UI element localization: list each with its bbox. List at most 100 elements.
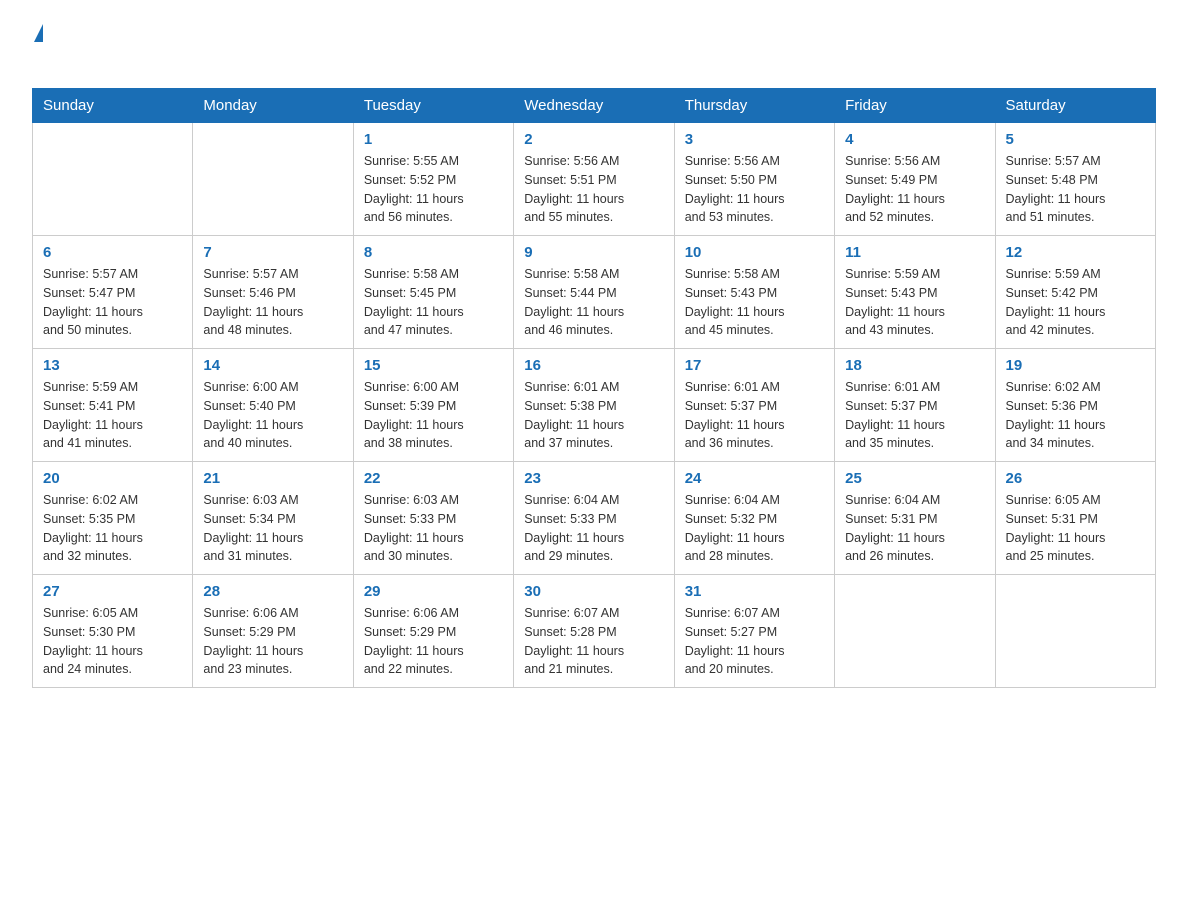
day-number: 6 [43, 244, 182, 261]
day-info: Sunrise: 6:05 AMSunset: 5:31 PMDaylight:… [1006, 491, 1145, 566]
day-info: Sunrise: 6:01 AMSunset: 5:38 PMDaylight:… [524, 378, 663, 453]
day-info: Sunrise: 5:57 AMSunset: 5:47 PMDaylight:… [43, 265, 182, 340]
day-number: 2 [524, 131, 663, 148]
col-header-thursday: Thursday [674, 89, 834, 123]
day-info: Sunrise: 5:58 AMSunset: 5:43 PMDaylight:… [685, 265, 824, 340]
col-header-sunday: Sunday [33, 89, 193, 123]
day-info: Sunrise: 5:56 AMSunset: 5:50 PMDaylight:… [685, 152, 824, 227]
day-info: Sunrise: 5:57 AMSunset: 5:48 PMDaylight:… [1006, 152, 1145, 227]
day-info: Sunrise: 6:03 AMSunset: 5:33 PMDaylight:… [364, 491, 503, 566]
day-number: 10 [685, 244, 824, 261]
col-header-friday: Friday [835, 89, 995, 123]
calendar-cell: 15Sunrise: 6:00 AMSunset: 5:39 PMDayligh… [353, 349, 513, 462]
page-header [32, 24, 1156, 70]
day-info: Sunrise: 6:02 AMSunset: 5:36 PMDaylight:… [1006, 378, 1145, 453]
calendar-week-3: 13 Sunrise: 5:59 AMSunset: 5:41 PMDayligh… [33, 349, 1156, 462]
day-info: Sunrise: 5:59 AMSunset: 5:43 PMDaylight:… [845, 265, 984, 340]
day-number: 16 [524, 357, 663, 374]
calendar-cell: 19 Sunrise: 6:02 AMSunset: 5:36 PMDayligh… [995, 349, 1155, 462]
day-number: 3 [685, 131, 824, 148]
calendar-cell [995, 575, 1155, 688]
day-info: Sunrise: 6:07 AMSunset: 5:27 PMDaylight:… [685, 604, 824, 679]
day-number: 25 [845, 470, 984, 487]
day-number: 28 [203, 583, 342, 600]
day-number: 5 [1006, 131, 1145, 148]
calendar-cell: 6 Sunrise: 5:57 AMSunset: 5:47 PMDaylight… [33, 236, 193, 349]
day-number: 29 [364, 583, 503, 600]
day-info: Sunrise: 6:01 AMSunset: 5:37 PMDaylight:… [685, 378, 824, 453]
calendar-cell: 10 Sunrise: 5:58 AMSunset: 5:43 PMDayligh… [674, 236, 834, 349]
day-info: Sunrise: 6:02 AMSunset: 5:35 PMDaylight:… [43, 491, 182, 566]
col-header-saturday: Saturday [995, 89, 1155, 123]
calendar-cell: 7 Sunrise: 5:57 AMSunset: 5:46 PMDaylight… [193, 236, 353, 349]
calendar-cell: 26 Sunrise: 6:05 AMSunset: 5:31 PMDayligh… [995, 462, 1155, 575]
day-number: 19 [1006, 357, 1145, 374]
day-info: Sunrise: 5:56 AMSunset: 5:51 PMDaylight:… [524, 152, 663, 227]
calendar-cell: 13 Sunrise: 5:59 AMSunset: 5:41 PMDayligh… [33, 349, 193, 462]
calendar-week-4: 20 Sunrise: 6:02 AMSunset: 5:35 PMDayligh… [33, 462, 1156, 575]
calendar-cell: 28 Sunrise: 6:06 AMSunset: 5:29 PMDayligh… [193, 575, 353, 688]
logo-triangle-icon [34, 24, 43, 42]
calendar-cell: 27 Sunrise: 6:05 AMSunset: 5:30 PMDayligh… [33, 575, 193, 688]
day-info: Sunrise: 5:56 AMSunset: 5:49 PMDaylight:… [845, 152, 984, 227]
day-number: 18 [845, 357, 984, 374]
calendar-cell: 2 Sunrise: 5:56 AMSunset: 5:51 PMDaylight… [514, 123, 674, 236]
calendar-cell: 17 Sunrise: 6:01 AMSunset: 5:37 PMDayligh… [674, 349, 834, 462]
day-number: 9 [524, 244, 663, 261]
day-number: 22 [364, 470, 503, 487]
calendar-cell: 18 Sunrise: 6:01 AMSunset: 5:37 PMDayligh… [835, 349, 995, 462]
day-number: 8 [364, 244, 503, 261]
calendar-cell: 4Sunrise: 5:56 AMSunset: 5:49 PMDaylight… [835, 123, 995, 236]
calendar-cell: 12 Sunrise: 5:59 AMSunset: 5:42 PMDayligh… [995, 236, 1155, 349]
day-info: Sunrise: 6:04 AMSunset: 5:32 PMDaylight:… [685, 491, 824, 566]
calendar-cell: 23 Sunrise: 6:04 AMSunset: 5:33 PMDayligh… [514, 462, 674, 575]
day-number: 15 [364, 357, 503, 374]
calendar-cell: 20 Sunrise: 6:02 AMSunset: 5:35 PMDayligh… [33, 462, 193, 575]
day-number: 11 [845, 244, 984, 261]
day-number: 17 [685, 357, 824, 374]
calendar-cell: 11 Sunrise: 5:59 AMSunset: 5:43 PMDayligh… [835, 236, 995, 349]
calendar-week-1: 1Sunrise: 5:55 AMSunset: 5:52 PMDaylight… [33, 123, 1156, 236]
day-number: 1 [364, 131, 503, 148]
calendar-cell: 9Sunrise: 5:58 AMSunset: 5:44 PMDaylight… [514, 236, 674, 349]
day-info: Sunrise: 6:04 AMSunset: 5:31 PMDaylight:… [845, 491, 984, 566]
day-info: Sunrise: 6:01 AMSunset: 5:37 PMDaylight:… [845, 378, 984, 453]
day-number: 27 [43, 583, 182, 600]
calendar-cell: 22 Sunrise: 6:03 AMSunset: 5:33 PMDayligh… [353, 462, 513, 575]
day-number: 21 [203, 470, 342, 487]
calendar-cell: 30 Sunrise: 6:07 AMSunset: 5:28 PMDayligh… [514, 575, 674, 688]
day-info: Sunrise: 6:03 AMSunset: 5:34 PMDaylight:… [203, 491, 342, 566]
calendar-cell: 8 Sunrise: 5:58 AMSunset: 5:45 PMDaylight… [353, 236, 513, 349]
calendar-cell: 25 Sunrise: 6:04 AMSunset: 5:31 PMDayligh… [835, 462, 995, 575]
day-number: 20 [43, 470, 182, 487]
col-header-wednesday: Wednesday [514, 89, 674, 123]
day-info: Sunrise: 5:58 AMSunset: 5:45 PMDaylight:… [364, 265, 503, 340]
day-number: 7 [203, 244, 342, 261]
day-number: 12 [1006, 244, 1145, 261]
day-info: Sunrise: 6:04 AMSunset: 5:33 PMDaylight:… [524, 491, 663, 566]
day-info: Sunrise: 6:06 AMSunset: 5:29 PMDaylight:… [203, 604, 342, 679]
logo [32, 24, 43, 70]
calendar-week-2: 6 Sunrise: 5:57 AMSunset: 5:47 PMDaylight… [33, 236, 1156, 349]
col-header-monday: Monday [193, 89, 353, 123]
day-info: Sunrise: 5:59 AMSunset: 5:41 PMDaylight:… [43, 378, 182, 453]
day-number: 31 [685, 583, 824, 600]
day-info: Sunrise: 5:57 AMSunset: 5:46 PMDaylight:… [203, 265, 342, 340]
day-info: Sunrise: 6:05 AMSunset: 5:30 PMDaylight:… [43, 604, 182, 679]
day-number: 14 [203, 357, 342, 374]
day-number: 30 [524, 583, 663, 600]
col-header-tuesday: Tuesday [353, 89, 513, 123]
calendar-week-5: 27 Sunrise: 6:05 AMSunset: 5:30 PMDayligh… [33, 575, 1156, 688]
day-info: Sunrise: 6:06 AMSunset: 5:29 PMDaylight:… [364, 604, 503, 679]
logo-blue-text [36, 42, 40, 69]
calendar-cell: 21 Sunrise: 6:03 AMSunset: 5:34 PMDayligh… [193, 462, 353, 575]
day-number: 26 [1006, 470, 1145, 487]
day-info: Sunrise: 6:07 AMSunset: 5:28 PMDaylight:… [524, 604, 663, 679]
calendar-cell: 14 Sunrise: 6:00 AMSunset: 5:40 PMDayligh… [193, 349, 353, 462]
calendar-cell [835, 575, 995, 688]
calendar-table: SundayMondayTuesdayWednesdayThursdayFrid… [32, 88, 1156, 688]
day-number: 13 [43, 357, 182, 374]
day-number: 23 [524, 470, 663, 487]
day-info: Sunrise: 6:00 AMSunset: 5:40 PMDaylight:… [203, 378, 342, 453]
day-info: Sunrise: 5:59 AMSunset: 5:42 PMDaylight:… [1006, 265, 1145, 340]
